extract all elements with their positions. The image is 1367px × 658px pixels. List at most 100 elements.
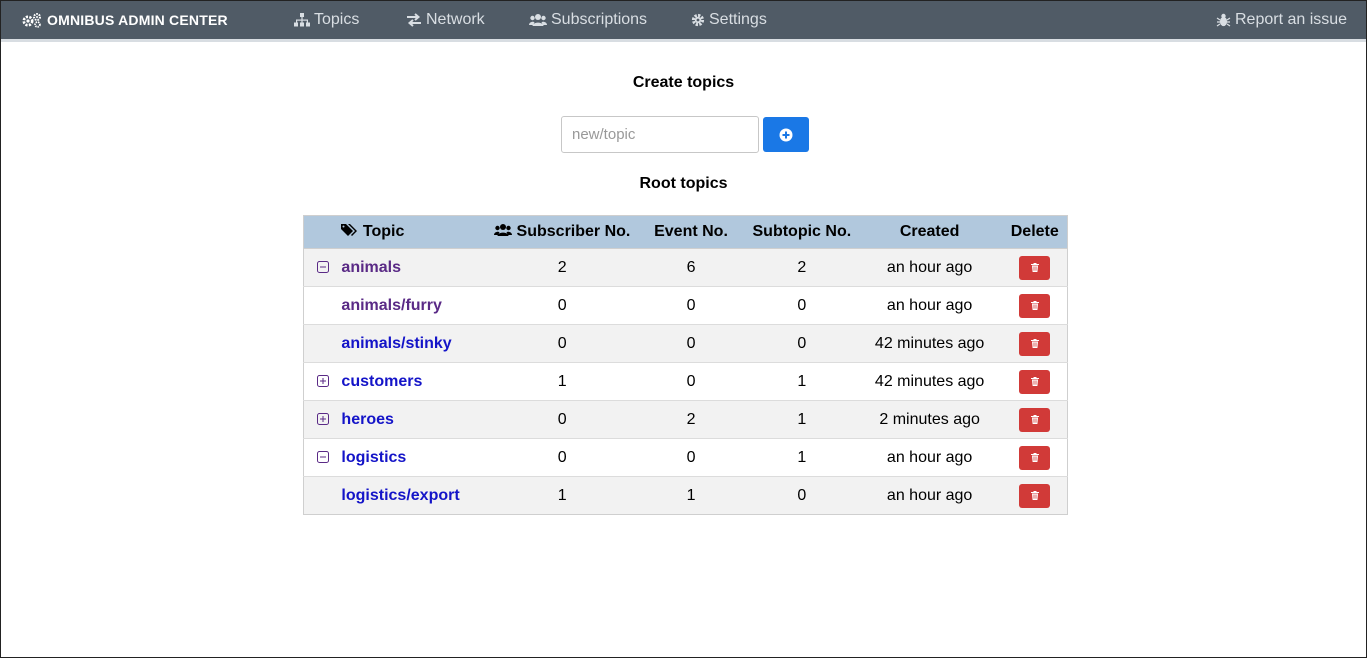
subscriber-count: 0 [489,400,636,439]
users-icon [529,14,547,26]
table-row: logistics/export 1 1 0 an hour ago [303,476,1068,515]
event-count: 0 [635,286,747,325]
topic-link[interactable]: animals/stinky [341,335,451,352]
nav-settings[interactable]: Settings [691,1,767,39]
delete-topic-button[interactable] [1019,255,1051,280]
topics-table: Topic Subscriber No. Event No. Subtopic … [303,215,1068,515]
add-topic-button[interactable] [763,117,809,152]
brand-title: OMNIBUS ADMIN CENTER [47,12,228,28]
nav-topics[interactable]: Topics [294,1,359,39]
subtopic-count: 1 [746,400,857,439]
brand[interactable]: OMNIBUS ADMIN CENTER [21,1,228,39]
created-time: an hour ago [856,286,1003,325]
topic-link[interactable]: logistics/export [341,487,459,504]
subtopic-count: 0 [746,324,857,363]
table-header-row: Topic Subscriber No. Event No. Subtopic … [303,215,1068,249]
delete-cell [1002,476,1068,515]
topic-name-cell: animals/furry [341,286,490,325]
table-row: animals 2 6 2 an hour ago [303,248,1068,287]
delete-topic-button[interactable] [1019,331,1051,356]
trash-icon [1030,491,1039,500]
created-time: an hour ago [856,438,1003,477]
trash-icon [1030,263,1039,272]
event-count: 1 [635,476,747,515]
topic-link[interactable]: animals [341,259,401,276]
subscriber-count: 0 [489,324,636,363]
delete-cell [1002,248,1068,287]
row-toggle-cell [303,362,342,401]
delete-topic-button[interactable] [1019,293,1051,318]
subtopic-count: 1 [746,438,857,477]
table-row: animals/stinky 0 0 0 42 minutes ago [303,324,1068,363]
event-count: 6 [635,248,747,287]
subscriber-count: 0 [489,438,636,477]
created-time: 42 minutes ago [856,324,1003,363]
new-topic-input[interactable] [561,116,759,153]
trash-icon [1030,377,1039,386]
trash-icon [1030,453,1039,462]
nav-network[interactable]: Network [406,1,485,39]
delete-cell [1002,438,1068,477]
trash-icon [1030,339,1039,348]
event-count: 2 [635,400,747,439]
topic-name-cell: logistics [341,438,490,477]
delete-topic-button[interactable] [1019,483,1051,508]
plus-circle-icon [779,128,793,141]
top-navbar: OMNIBUS ADMIN CENTER Topics Network Subs… [1,1,1366,42]
nav-subscriptions[interactable]: Subscriptions [529,1,647,39]
collapse-icon[interactable] [316,261,329,274]
topic-name-cell: animals/stinky [341,324,490,363]
header-created[interactable]: Created [856,215,1003,249]
bug-icon [1216,13,1231,27]
topic-name-cell: heroes [341,400,490,439]
create-topics-title: Create topics [632,74,735,91]
expand-icon[interactable] [316,375,329,388]
delete-topic-button[interactable] [1019,445,1051,470]
sitemap-icon [294,13,310,27]
table-row: customers 1 0 1 42 minutes ago [303,362,1068,401]
delete-cell [1002,362,1068,401]
topic-name-cell: customers [341,362,490,401]
topic-link[interactable]: animals/furry [341,297,441,314]
subtopic-count: 0 [746,476,857,515]
gears-icon [22,13,41,28]
trash-icon [1030,301,1039,310]
header-subtopics[interactable]: Subtopic No. [746,215,857,249]
topic-link[interactable]: heroes [341,411,393,428]
row-toggle-cell [303,476,342,515]
nav-network-label: Network [426,11,485,28]
topic-link[interactable]: customers [341,373,422,390]
subtopic-count: 1 [746,362,857,401]
expand-icon[interactable] [316,413,329,426]
subtopic-count: 2 [746,248,857,287]
report-issue-link[interactable]: Report an issue [1216,1,1347,39]
subscriber-count: 1 [489,362,636,401]
row-toggle-cell [303,286,342,325]
table-row: animals/furry 0 0 0 an hour ago [303,286,1068,325]
row-toggle-cell [303,324,342,363]
report-issue-label: Report an issue [1235,11,1348,28]
row-toggle-cell [303,438,342,477]
topic-link[interactable]: logistics [341,449,406,466]
trash-icon [1030,415,1039,424]
collapse-icon[interactable] [316,451,329,464]
subscriber-count: 0 [489,286,636,325]
row-toggle-cell [303,248,342,287]
header-events[interactable]: Event No. [635,215,747,249]
delete-topic-button[interactable] [1019,369,1051,394]
created-time: 42 minutes ago [856,362,1003,401]
header-topic-label: Topic [362,223,405,240]
subscriber-count: 2 [489,248,636,287]
table-row: heroes 0 2 1 2 minutes ago [303,400,1068,439]
delete-topic-button[interactable] [1019,407,1051,432]
row-toggle-cell [303,400,342,439]
topic-name-cell: logistics/export [341,476,490,515]
delete-cell [1002,324,1068,363]
created-time: an hour ago [856,248,1003,287]
nav-subscriptions-label: Subscriptions [551,11,648,28]
header-topic[interactable]: Topic [341,215,490,249]
users-icon [494,224,513,236]
topic-name-cell: animals [341,248,490,287]
tags-icon [341,224,358,236]
header-subscribers[interactable]: Subscriber No. [489,215,636,249]
